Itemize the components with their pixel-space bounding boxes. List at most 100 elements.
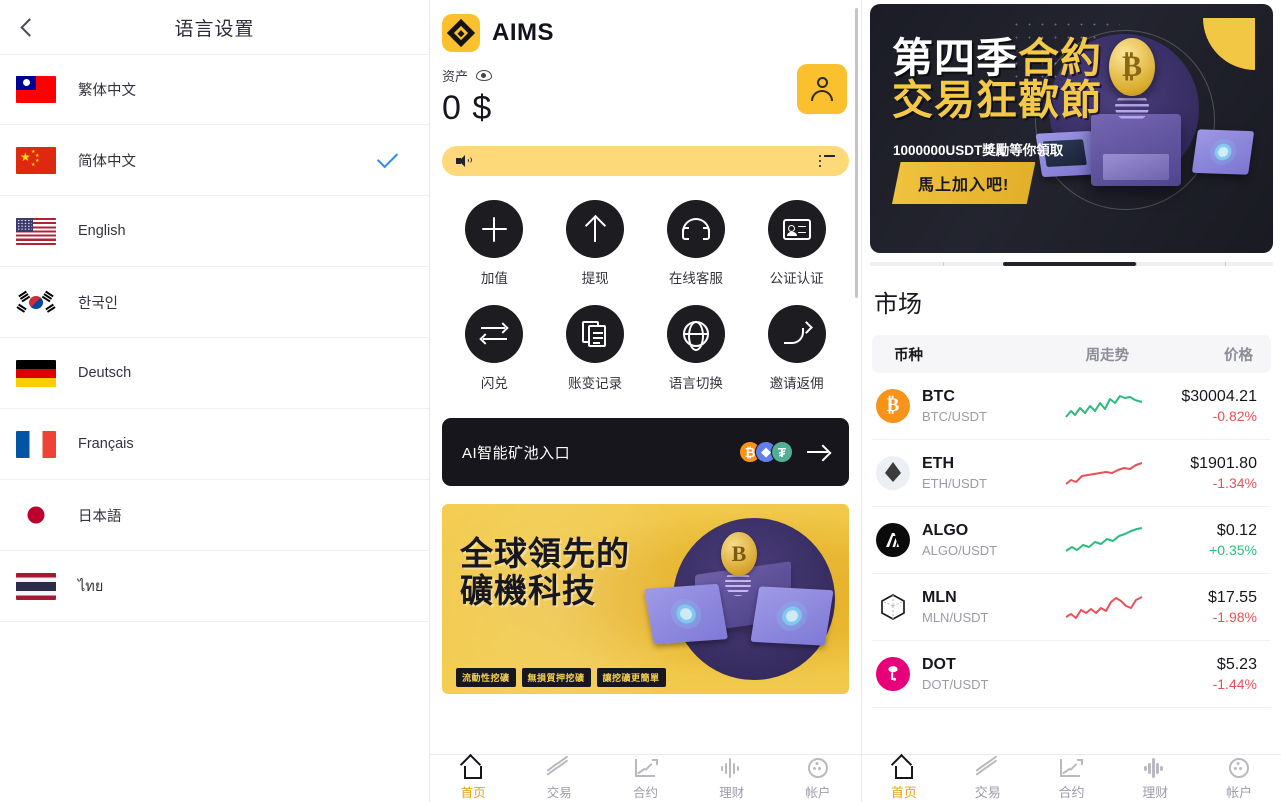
nav-item-home[interactable]: 首页 xyxy=(430,753,516,801)
table-row[interactable]: DOT DOT/USDT $5.23 -1.44% xyxy=(872,641,1271,708)
market-price: $30004.21 xyxy=(1181,387,1257,405)
eye-icon[interactable] xyxy=(476,70,493,81)
user-icon xyxy=(816,77,828,88)
assets-amount: 0 $ xyxy=(442,89,493,127)
flag-jp-icon xyxy=(16,501,56,529)
nav-label: 交易 xyxy=(974,784,1001,800)
market-change: -1.34% xyxy=(1212,475,1257,492)
sparkline-chart xyxy=(1048,525,1168,555)
table-row[interactable]: ₿ BTC BTC/USDT $30004.21 -0.82% xyxy=(872,373,1271,440)
banner-title: 第四季合約 交易狂歡節 xyxy=(892,37,1102,124)
carousel-active-segment xyxy=(1002,262,1136,266)
arrow-right-icon xyxy=(807,444,829,460)
language-item-fr[interactable]: Français xyxy=(0,409,429,480)
banner-title-line-2: 交易狂歡節 xyxy=(892,77,1102,124)
algorand-icon xyxy=(876,523,910,557)
shortcut-swap[interactable]: 闪兑 xyxy=(444,305,545,392)
banner-cta-button[interactable]: 馬上加入吧! xyxy=(892,162,1036,204)
market-coin-cell: ETH ETH/USDT xyxy=(872,453,1048,493)
language-item-label: 日本語 xyxy=(78,508,122,525)
nav-label: 合约 xyxy=(633,785,659,800)
list-icon[interactable] xyxy=(819,155,835,167)
market-price: $17.55 xyxy=(1208,588,1257,606)
language-item-en[interactable]: English xyxy=(0,196,429,267)
ai-mining-pool-banner[interactable]: AI智能矿池入口 ₿ ◆ ₮ xyxy=(442,418,849,486)
trade-icon xyxy=(546,754,572,779)
language-item-th[interactable]: ไทย xyxy=(0,551,429,622)
language-item-label: Deutsch xyxy=(78,365,132,381)
promo-tag: 流動性挖礦 xyxy=(456,668,516,687)
table-row[interactable]: ETH ETH/USDT $1901.80 -1.34% xyxy=(872,440,1271,507)
globe-icon xyxy=(666,305,725,363)
nav-item-contract[interactable]: 合约 xyxy=(1030,757,1114,801)
app-home-panel: AIMS 资产 0 $ 加值 提现 在线客服 公证认证 闪兑 账变记录 语言切换… xyxy=(430,0,862,802)
language-item-jp[interactable]: 日本語 xyxy=(0,480,429,551)
flag-kr-icon xyxy=(16,288,56,316)
home-icon xyxy=(890,753,917,779)
shortcut-withdraw[interactable]: 提现 xyxy=(545,200,646,287)
shortcut-label: 在线客服 xyxy=(668,271,723,286)
banner-laptop-right xyxy=(750,586,834,646)
table-row[interactable]: MLN MLN/USDT $17.55 -1.98% xyxy=(872,574,1271,641)
nav-item-account[interactable]: 帐户 xyxy=(775,757,861,801)
shortcut-language[interactable]: 语言切换 xyxy=(646,305,747,392)
nav-item-finance[interactable]: 理财 xyxy=(689,757,775,801)
nav-item-trade[interactable]: 交易 xyxy=(516,754,602,801)
market-panel: ₿ 第四季合約 交易狂歡節 1000000USDT獎勵等你領取 馬上加入吧! 市… xyxy=(862,0,1281,802)
shortcut-kyc[interactable]: 公证认证 xyxy=(746,200,847,287)
market-symbol: BTC xyxy=(922,388,955,406)
nav-label: 理财 xyxy=(1142,784,1169,800)
nav-item-finance[interactable]: 理财 xyxy=(1113,757,1197,801)
contract-chart-icon xyxy=(633,757,659,779)
carousel-indicator[interactable] xyxy=(870,262,1273,266)
market-pair: ETH/USDT xyxy=(922,475,987,491)
market-coin-cell: ALGO ALGO/USDT xyxy=(872,520,1048,560)
mining-promo-banner[interactable]: B 全球領先的 礦機科技 流動性挖礦 無損質押挖礦 讓挖礦更簡單 xyxy=(442,504,849,694)
market-pair: BTC/USDT xyxy=(922,408,987,424)
promo-line-2: 礦機科技 xyxy=(460,571,596,609)
nav-item-account[interactable]: 帐户 xyxy=(1197,757,1281,801)
assets-label-row: 资产 xyxy=(442,66,849,85)
bottom-nav-middle: 首页 交易 合约 理财 帐户 xyxy=(430,753,861,802)
language-item-cn[interactable]: ★ ★ ★ ★ ★ 简体中文 xyxy=(0,125,429,196)
market-coin-cell: DOT DOT/USDT xyxy=(872,654,1048,694)
nav-item-home[interactable]: 首页 xyxy=(862,753,946,801)
scrollbar-vertical[interactable] xyxy=(855,8,858,298)
market-price-cell: $17.55 -1.98% xyxy=(1167,587,1271,627)
nav-item-contract[interactable]: 合约 xyxy=(602,757,688,801)
season-promo-banner[interactable]: ₿ 第四季合約 交易狂歡節 1000000USDT獎勵等你領取 馬上加入吧! xyxy=(870,4,1273,253)
language-item-de[interactable]: Deutsch xyxy=(0,338,429,409)
shortcut-support[interactable]: 在线客服 xyxy=(646,200,747,287)
market-pair: DOT/USDT xyxy=(922,676,989,692)
avatar[interactable] xyxy=(797,64,847,114)
promo-tag: 無損質押挖礦 xyxy=(521,668,591,687)
finance-wave-icon xyxy=(719,757,745,779)
language-item-tw[interactable]: 繁体中文 xyxy=(0,54,429,125)
shortcut-deposit[interactable]: 加值 xyxy=(444,200,545,287)
home-scroll-area: AIMS 资产 0 $ 加值 提现 在线客服 公证认证 闪兑 账变记录 语言切换… xyxy=(430,0,861,754)
headset-icon xyxy=(666,200,725,258)
language-item-label: Français xyxy=(78,436,134,452)
notice-bar[interactable] xyxy=(442,146,849,176)
back-button[interactable] xyxy=(0,0,54,54)
flag-cn-icon: ★ ★ ★ ★ ★ xyxy=(16,146,56,174)
column-header-trend: 周走势 xyxy=(1085,347,1130,364)
flag-tw-icon xyxy=(16,76,56,103)
nav-item-trade[interactable]: 交易 xyxy=(946,754,1030,801)
ai-banner-right: ₿ ◆ ₮ xyxy=(739,441,829,463)
user-icon-body xyxy=(811,90,833,101)
promo-title: 全球領先的 礦機科技 xyxy=(460,535,630,610)
flag-fr-icon xyxy=(16,430,56,458)
table-row[interactable]: ALGO ALGO/USDT $0.12 +0.35% xyxy=(872,507,1271,574)
shortcut-label: 账变记录 xyxy=(568,376,623,391)
shortcut-invite[interactable]: 邀请返佣 xyxy=(746,305,847,392)
market-change: +0.35% xyxy=(1209,542,1257,559)
chevron-left-icon xyxy=(19,17,39,37)
shortcut-records[interactable]: 账变记录 xyxy=(545,305,646,392)
banner-bitcoin-icon: ₿ xyxy=(1109,38,1155,96)
assets-block: 资产 0 $ xyxy=(440,58,851,128)
market-price-cell: $1901.80 -1.34% xyxy=(1167,453,1271,493)
market-change: -1.44% xyxy=(1212,676,1257,693)
language-item-kr[interactable]: 한국인 xyxy=(0,267,429,338)
market-scroll-area: ₿ 第四季合約 交易狂歡節 1000000USDT獎勵等你領取 馬上加入吧! 市… xyxy=(862,0,1281,746)
